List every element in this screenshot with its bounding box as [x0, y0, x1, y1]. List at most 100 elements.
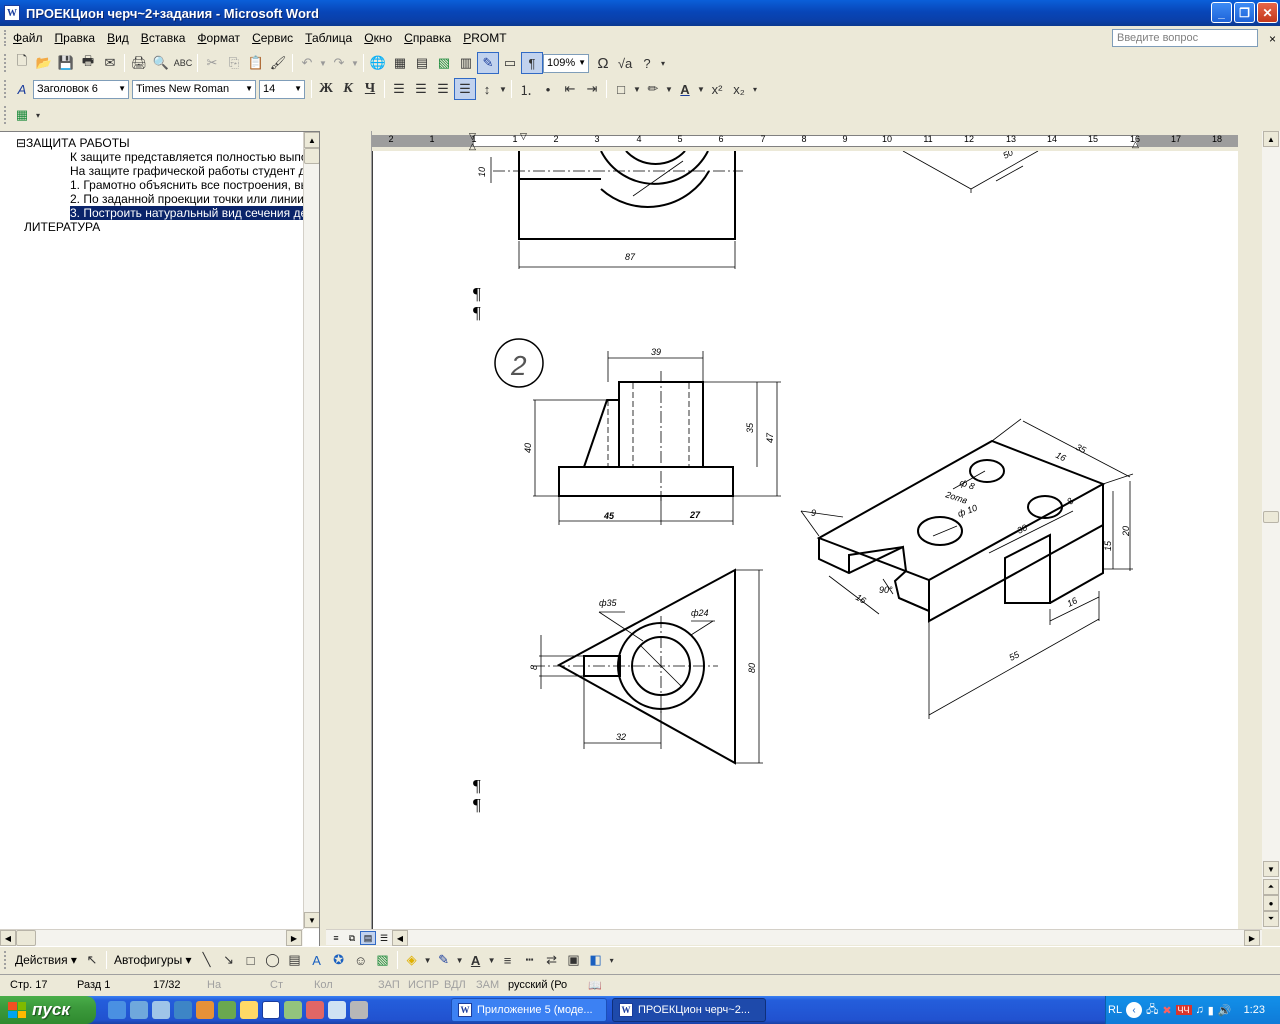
scroll-right-icon[interactable]: ▶: [1244, 930, 1260, 946]
decrease-indent-icon[interactable]: ⇤: [559, 78, 581, 100]
menu-format[interactable]: Формат: [191, 26, 246, 50]
docmap-item-2[interactable]: На защите графической работы студент дол…: [70, 164, 303, 178]
italic-button[interactable]: К: [337, 78, 359, 100]
hanging-indent-marker[interactable]: ▽: [520, 131, 527, 142]
line-color-dropdown-icon[interactable]: ▼: [455, 949, 465, 971]
actions-menu[interactable]: Действия ▾: [11, 953, 81, 967]
fill-color-dropdown-icon[interactable]: ▼: [423, 949, 433, 971]
menu-file[interactable]: Файл: [7, 26, 49, 50]
borders-icon[interactable]: □: [610, 78, 632, 100]
browse-object-icon[interactable]: ●: [1263, 895, 1279, 911]
previous-page-icon[interactable]: ⏶: [1263, 879, 1279, 895]
word-app-icon[interactable]: W: [4, 5, 20, 21]
toolbar-grip[interactable]: [4, 54, 7, 72]
increase-indent-icon[interactable]: ⇥: [581, 78, 603, 100]
highlight-dropdown-icon[interactable]: ▼: [664, 78, 674, 100]
bold-button[interactable]: Ж: [315, 78, 337, 100]
spelling-status-icon[interactable]: 📖: [588, 979, 602, 992]
format-painter-icon[interactable]: 🖌: [267, 52, 289, 74]
columns-icon[interactable]: ▥: [455, 52, 477, 74]
scroll-right-icon[interactable]: ▶: [286, 930, 302, 946]
document-vscrollbar[interactable]: ▲ ▼ ⏶ ● ⏷: [1262, 131, 1280, 929]
clock[interactable]: 1:23: [1244, 1004, 1265, 1016]
copy-icon[interactable]: ⎘: [223, 52, 245, 74]
undo-icon[interactable]: ↶: [296, 52, 318, 74]
3d-icon[interactable]: ◧: [585, 949, 607, 971]
new-document-icon[interactable]: 🗋: [11, 52, 33, 74]
autoshapes-menu[interactable]: Автофигуры ▾: [110, 953, 196, 967]
horizontal-ruler[interactable]: 2 1 1 1 2 3 4 5 6 7 8 9 10 11 12 13 14 1…: [372, 131, 1238, 151]
scroll-left-icon[interactable]: ◀: [392, 930, 408, 946]
document-page[interactable]: 87 10 50 2 39 35 47 40 45 27 ф35 ф24 8 8…: [372, 151, 1238, 929]
redo-dropdown-icon[interactable]: ▼: [350, 52, 360, 74]
undo-dropdown-icon[interactable]: ▼: [318, 52, 328, 74]
docmap-item-3[interactable]: 1. Грамотно объяснить все построения, вы…: [70, 178, 303, 192]
quicklaunch-media-icon[interactable]: [328, 1001, 346, 1019]
document-area[interactable]: 87 10 50 2 39 35 47 40 45 27 ф35 ф24 8 8…: [372, 151, 1238, 929]
print-layout-icon[interactable]: ▤: [360, 931, 376, 945]
email-icon[interactable]: ✉: [99, 52, 121, 74]
quicklaunch-app4-icon[interactable]: [284, 1001, 302, 1019]
spelling-icon[interactable]: ABC: [172, 52, 194, 74]
insert-excel-icon[interactable]: ▧: [433, 52, 455, 74]
rectangle-tool-icon[interactable]: □: [240, 949, 262, 971]
scroll-thumb[interactable]: [304, 148, 319, 164]
justify-icon[interactable]: ☰: [454, 78, 476, 100]
menu-view[interactable]: Вид: [101, 26, 135, 50]
docmap-hscrollbar[interactable]: ◀ ▶: [0, 929, 303, 946]
bullets-icon[interactable]: •: [537, 78, 559, 100]
hyperlink-icon[interactable]: 🌐: [367, 52, 389, 74]
style-select[interactable]: Заголовок 6 ▼: [33, 79, 129, 99]
toolbar-options-icon[interactable]: ▾: [33, 104, 43, 126]
web-view-icon[interactable]: ⧉: [344, 931, 360, 945]
quicklaunch-ie-icon[interactable]: [174, 1001, 192, 1019]
shadow-icon[interactable]: ▣: [563, 949, 585, 971]
docmap-item-4[interactable]: 2. По заданной проекции точки или линии: [70, 192, 303, 206]
title-bar[interactable]: W ПРОЕКЦион черч~2+задания - Microsoft W…: [0, 0, 1280, 26]
docmap-item-5[interactable]: 3. Построить натуральный вид сечения дет…: [70, 206, 303, 220]
battery-tray-icon[interactable]: ▮: [1208, 1004, 1214, 1017]
docmap-vscrollbar[interactable]: ▲ ▼: [303, 132, 319, 929]
next-page-icon[interactable]: ⏷: [1263, 911, 1279, 927]
status-rec[interactable]: ЗАП: [378, 979, 400, 991]
line-tool-icon[interactable]: ╲: [196, 949, 218, 971]
styles-formatting-icon[interactable]: A: [11, 78, 33, 100]
borders-dropdown-icon[interactable]: ▼: [632, 78, 642, 100]
highlight-icon[interactable]: ✏: [642, 78, 664, 100]
app-tray-icon[interactable]: ♫: [1196, 1004, 1204, 1016]
align-center-icon[interactable]: ☰: [410, 78, 432, 100]
font-size-select[interactable]: 14 ▼: [259, 79, 305, 99]
print-preview-icon[interactable]: 🔍: [150, 52, 172, 74]
network-icon[interactable]: 🖧: [1146, 1001, 1158, 1020]
align-left-icon[interactable]: ☰: [388, 78, 410, 100]
menu-promt[interactable]: PROMT: [457, 26, 512, 50]
hscroll-thumb[interactable]: [16, 930, 36, 946]
menu-edit[interactable]: Правка: [49, 26, 102, 50]
scroll-thumb[interactable]: [1263, 511, 1279, 523]
toolbar-grip[interactable]: [4, 80, 7, 98]
start-button[interactable]: пуск: [0, 996, 96, 1024]
toolbar-grip[interactable]: [4, 106, 7, 124]
toolbar-options-icon[interactable]: ▾: [658, 52, 668, 74]
quicklaunch-desktop-icon[interactable]: [108, 1001, 126, 1019]
scroll-up-icon[interactable]: ▲: [1263, 131, 1279, 147]
menu-window[interactable]: Окно: [358, 26, 398, 50]
show-hide-icon[interactable]: ¶: [521, 52, 543, 74]
font-color-icon[interactable]: A: [465, 949, 487, 971]
line-spacing-icon[interactable]: ↕: [476, 78, 498, 100]
minimize-button[interactable]: _: [1211, 2, 1232, 23]
clipart-icon[interactable]: ☺: [350, 949, 372, 971]
docmap-item-1[interactable]: К защите представляется полностью выполн…: [70, 150, 303, 164]
superscript-icon[interactable]: x²: [706, 78, 728, 100]
status-ext[interactable]: ВДЛ: [444, 979, 466, 991]
outline-view-icon[interactable]: ☰: [376, 931, 392, 945]
scroll-up-icon[interactable]: ▲: [304, 132, 319, 148]
font-select[interactable]: Times New Roman ▼: [132, 79, 256, 99]
select-objects-icon[interactable]: ↖: [81, 949, 103, 971]
quicklaunch-explorer-icon[interactable]: [130, 1001, 148, 1019]
tray-expand-icon[interactable]: ‹: [1126, 1002, 1143, 1018]
equation-icon[interactable]: √a: [614, 52, 636, 74]
scroll-down-icon[interactable]: ▼: [1263, 861, 1279, 877]
document-map[interactable]: ⊟ЗАЩИТА РАБОТЫ К защите представляется п…: [0, 131, 320, 946]
print-icon[interactable]: 🖨: [128, 52, 150, 74]
